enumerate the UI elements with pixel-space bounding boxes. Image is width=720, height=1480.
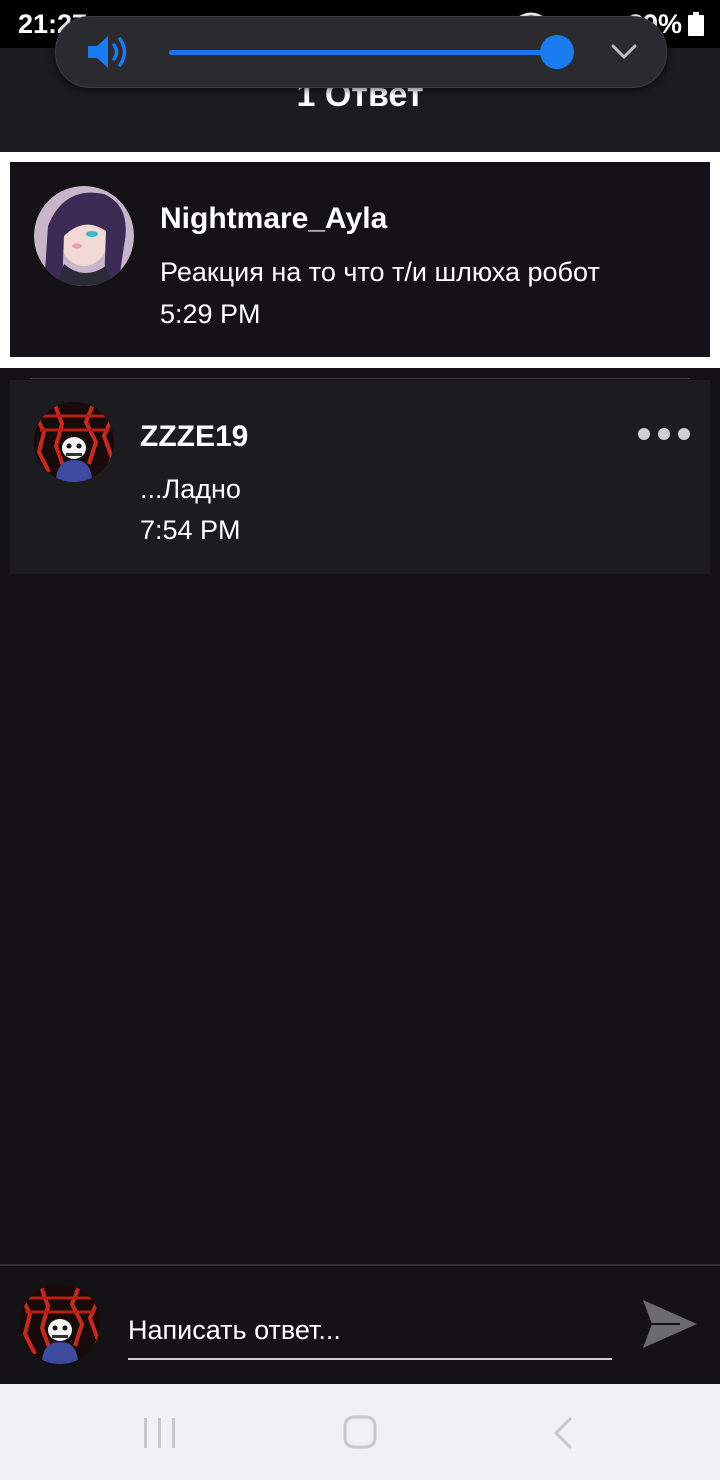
recents-icon[interactable] [142, 1416, 178, 1450]
compose-bar [0, 1264, 720, 1386]
avatar[interactable] [34, 186, 134, 286]
post-text: Реакция на то что т/и шлюха робот [160, 257, 600, 287]
home-icon[interactable] [342, 1414, 378, 1450]
original-post[interactable]: Nightmare_Ayla Реакция на то что т/и шлю… [10, 162, 710, 357]
volume-slider-fill [169, 50, 558, 55]
more-options-icon[interactable] [638, 424, 690, 444]
avatar [20, 1284, 100, 1364]
reply-input[interactable] [128, 1302, 612, 1360]
send-icon[interactable] [640, 1296, 700, 1352]
volume-panel [55, 16, 667, 88]
battery-icon [688, 12, 704, 36]
back-icon[interactable] [550, 1416, 576, 1450]
post-username[interactable]: Nightmare_Ayla [160, 202, 387, 236]
reply-text: ...Ладно [140, 474, 241, 504]
volume-slider-thumb[interactable] [540, 35, 575, 69]
speaker-icon[interactable] [86, 34, 130, 70]
divider [30, 378, 690, 379]
chevron-down-icon[interactable] [609, 39, 639, 63]
reply-username[interactable]: ZZZE19 [140, 420, 248, 454]
navigation-bar [0, 1384, 720, 1480]
reply-item[interactable]: ZZZE19 ...Ладно 7:54 PM [10, 380, 710, 574]
reply-timestamp: 7:54 PM [140, 515, 241, 545]
avatar[interactable] [34, 402, 114, 482]
post-timestamp: 5:29 PM [160, 299, 261, 329]
